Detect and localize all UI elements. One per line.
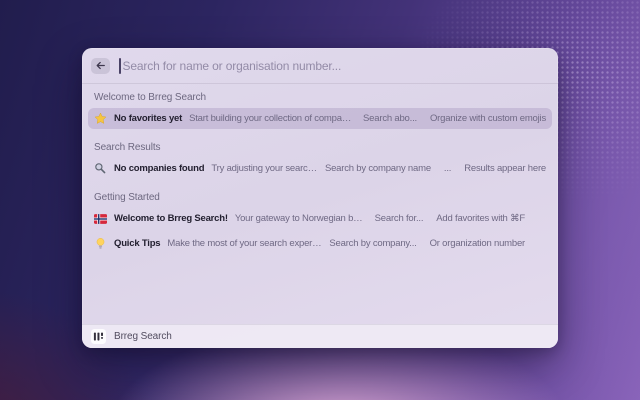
row-accessory: Organize with custom emojis — [429, 113, 546, 124]
row-title: Welcome to Brreg Search! — [114, 213, 228, 224]
row-subtitle: Make the most of your search experience — [167, 238, 323, 249]
row-accessory: Search by company... — [329, 238, 417, 249]
search-placeholder: Search for name or organisation number..… — [122, 58, 342, 73]
row-subtitle: Start building your collection of compan… — [189, 113, 357, 124]
row-subtitle: Your gateway to Norwegian busines... — [234, 213, 368, 224]
list-item-no-favorites[interactable]: No favorites yet Start building your col… — [88, 108, 552, 129]
arrow-left-icon — [95, 60, 106, 71]
star-icon — [94, 112, 107, 125]
row-accessories: Search abo... Organize with custom emoji… — [363, 113, 546, 124]
row-subtitle: Try adjusting your search terms — [211, 163, 318, 174]
footer-app-name: Brreg Search — [114, 331, 172, 342]
row-accessory: Search abo... — [363, 113, 417, 124]
lightbulb-icon — [94, 237, 107, 250]
row-accessories: Search by company name ... Results appea… — [325, 163, 546, 174]
row-accessory: Or organization number — [429, 238, 526, 249]
row-accessory: Add favorites with ⌘F — [436, 213, 525, 224]
norway-flag-icon — [94, 212, 107, 225]
section-label-welcome: Welcome to Brreg Search — [94, 92, 207, 103]
row-accessory: ... — [443, 163, 452, 174]
search-input[interactable]: Search for name or organisation number..… — [119, 57, 549, 74]
row-title: No companies found — [114, 163, 205, 174]
search-bar: Search for name or organisation number..… — [82, 48, 558, 84]
magnifier-icon — [94, 162, 107, 175]
list-item-no-companies[interactable]: No companies found Try adjusting your se… — [88, 158, 552, 179]
row-title: No favorites yet — [114, 113, 183, 124]
section-label-getting-started: Getting Started — [94, 192, 160, 203]
row-title: Quick Tips — [114, 238, 161, 249]
row-accessory: Search by company name — [324, 163, 431, 174]
row-accessories: Search by company... Or organization num… — [329, 238, 525, 249]
footer: Brreg Search — [82, 324, 558, 348]
list-item-welcome[interactable]: Welcome to Brreg Search! Your gateway to… — [88, 208, 552, 229]
section-label-search-results: Search Results — [94, 142, 161, 153]
launcher-window: Search for name or organisation number..… — [82, 48, 558, 348]
back-button[interactable] — [91, 57, 110, 74]
results-list: Welcome to Brreg Search No favorites yet… — [82, 84, 558, 324]
row-accessory: Search for... — [374, 213, 424, 224]
row-accessories: Search for... Add favorites with ⌘F — [374, 213, 526, 224]
row-accessory: Results appear here — [464, 163, 546, 174]
brreg-logo-icon — [91, 329, 106, 344]
text-caret — [119, 57, 121, 74]
list-item-quick-tips[interactable]: Quick Tips Make the most of your search … — [88, 233, 552, 254]
